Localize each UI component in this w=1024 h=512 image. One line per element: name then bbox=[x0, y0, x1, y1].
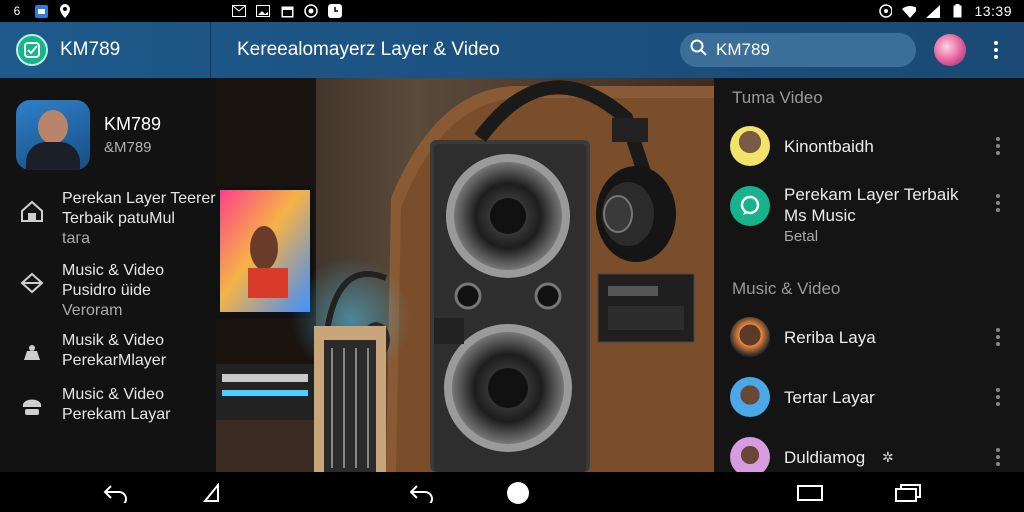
section-heading-1: Tuma Video bbox=[732, 88, 823, 107]
recents-triangle-icon[interactable] bbox=[198, 482, 226, 504]
home-icon bbox=[18, 197, 46, 225]
calendar-icon bbox=[280, 4, 294, 18]
right-panel: Tuma Video Kinontbaidh Perekam Layer Ter… bbox=[714, 78, 1024, 477]
layers-icon bbox=[18, 269, 46, 297]
list-item[interactable]: Kinontbaidh bbox=[714, 126, 1024, 166]
navigation-drawer: KM789 &M789 Perekan Layer Teerer Terbaik… bbox=[0, 78, 216, 472]
list-item-title: Kinontbaidh bbox=[784, 136, 874, 156]
wifi-icon bbox=[902, 4, 917, 18]
avatar bbox=[730, 377, 770, 417]
drawer-item-4[interactable]: Music & Video Perekam Layar bbox=[0, 385, 216, 425]
sim-text: 6 bbox=[13, 4, 21, 18]
status-center bbox=[232, 4, 342, 18]
image-icon bbox=[34, 4, 48, 18]
app-bar-divider bbox=[210, 22, 211, 78]
list-item-title: Duldiamog bbox=[784, 447, 866, 467]
more-icon[interactable] bbox=[996, 328, 1000, 346]
mail-icon bbox=[232, 4, 246, 18]
media-preview[interactable] bbox=[216, 78, 714, 472]
drawer-item-1[interactable]: Perekan Layer Teerer Terbaik patuMul taг… bbox=[0, 189, 216, 249]
drawer-item-4-line-1: Music & Video bbox=[62, 386, 164, 403]
back-icon-2[interactable] bbox=[408, 482, 436, 504]
drawer-item-1-line-2: Terbaik patuMul bbox=[62, 210, 175, 227]
account-avatar[interactable] bbox=[934, 34, 966, 66]
home-button-icon[interactable] bbox=[504, 482, 532, 504]
hotspot-icon bbox=[878, 4, 893, 18]
more-icon[interactable] bbox=[996, 388, 1000, 406]
drawer-item-2-line-3: Veroram bbox=[62, 302, 123, 319]
app-logo-icon[interactable] bbox=[16, 34, 48, 66]
section-heading-2: Music & Video bbox=[732, 279, 841, 298]
signal-icon bbox=[926, 4, 941, 18]
drawer-item-2[interactable]: Music & Video Pusidro üide Veroram bbox=[0, 261, 216, 321]
profile-subtitle: &M789 bbox=[104, 138, 152, 156]
list-item[interactable]: Perekam Layer Terbaik Ms Music Бetal bbox=[714, 185, 1024, 247]
more-icon[interactable] bbox=[996, 448, 1000, 466]
list-item[interactable]: Reriba Laya bbox=[714, 317, 1024, 357]
avatar bbox=[730, 317, 770, 357]
playlist-icon bbox=[18, 393, 46, 421]
status-time: 13:39 bbox=[974, 3, 1012, 19]
more-icon[interactable] bbox=[996, 194, 1000, 212]
profile-header[interactable]: KM789 &M789 bbox=[0, 78, 216, 173]
profile-avatar bbox=[16, 99, 90, 170]
list-item-title: Perekam Layer Terbaik bbox=[784, 185, 959, 204]
location-icon bbox=[58, 4, 72, 18]
drawer-item-4-line-2: Perekam Layar bbox=[62, 406, 171, 423]
overflow-menu-icon[interactable] bbox=[984, 35, 1008, 65]
chat-icon bbox=[730, 186, 770, 226]
list-item[interactable]: Tertar Layar bbox=[714, 377, 1024, 417]
list-item-title: Tertar Layar bbox=[784, 387, 875, 407]
drawer-item-3-line-2: PerekarMlayer bbox=[62, 352, 167, 369]
status-left: 6 bbox=[10, 4, 72, 18]
page-title: Kereealomayerz Layer & Video bbox=[237, 39, 500, 60]
list-item[interactable]: Duldiamog ✲ bbox=[714, 437, 1024, 477]
drawer-item-3-line-1: Musik & Video bbox=[62, 332, 164, 349]
system-nav-bar bbox=[0, 472, 1024, 512]
drawer-item-1-line-3: taгa bbox=[62, 230, 91, 247]
battery-icon bbox=[950, 4, 964, 18]
avatar bbox=[730, 437, 770, 477]
settings-icon[interactable]: ✲ bbox=[882, 449, 894, 466]
drawer-item-2-line-2: Pusidro üide bbox=[62, 282, 151, 299]
drawer-item-3[interactable]: Musik & Video PerekarMlayer bbox=[0, 331, 216, 371]
avatar bbox=[730, 126, 770, 166]
clock-icon bbox=[328, 4, 342, 18]
music-icon bbox=[18, 339, 46, 367]
record-icon bbox=[304, 4, 318, 18]
profile-name: KM789 bbox=[104, 113, 162, 134]
app-bar: KM789 Kereealomayerz Layer & Video bbox=[0, 22, 1024, 78]
search-bar[interactable] bbox=[680, 33, 916, 67]
back-icon[interactable] bbox=[102, 482, 130, 504]
search-icon bbox=[690, 39, 708, 62]
more-icon[interactable] bbox=[996, 137, 1000, 155]
overview-icon[interactable] bbox=[796, 482, 824, 504]
status-right: 13:39 bbox=[878, 3, 1012, 19]
app-name: KM789 bbox=[60, 39, 121, 60]
search-input[interactable] bbox=[716, 40, 866, 60]
status-bar: 6 13:39 bbox=[0, 0, 1024, 22]
photo-icon bbox=[256, 4, 270, 18]
list-item-subtitle: Бetal bbox=[784, 228, 819, 245]
list-item-title-2: Ms Music bbox=[784, 206, 856, 225]
multiwindow-icon[interactable] bbox=[894, 482, 922, 504]
drawer-item-2-line-1: Music & Video bbox=[62, 262, 164, 279]
list-item-title: Reriba Laya bbox=[784, 327, 876, 347]
studio-scene-image bbox=[216, 78, 714, 472]
drawer-item-1-line-1: Perekan Layer Teerer bbox=[62, 190, 216, 207]
